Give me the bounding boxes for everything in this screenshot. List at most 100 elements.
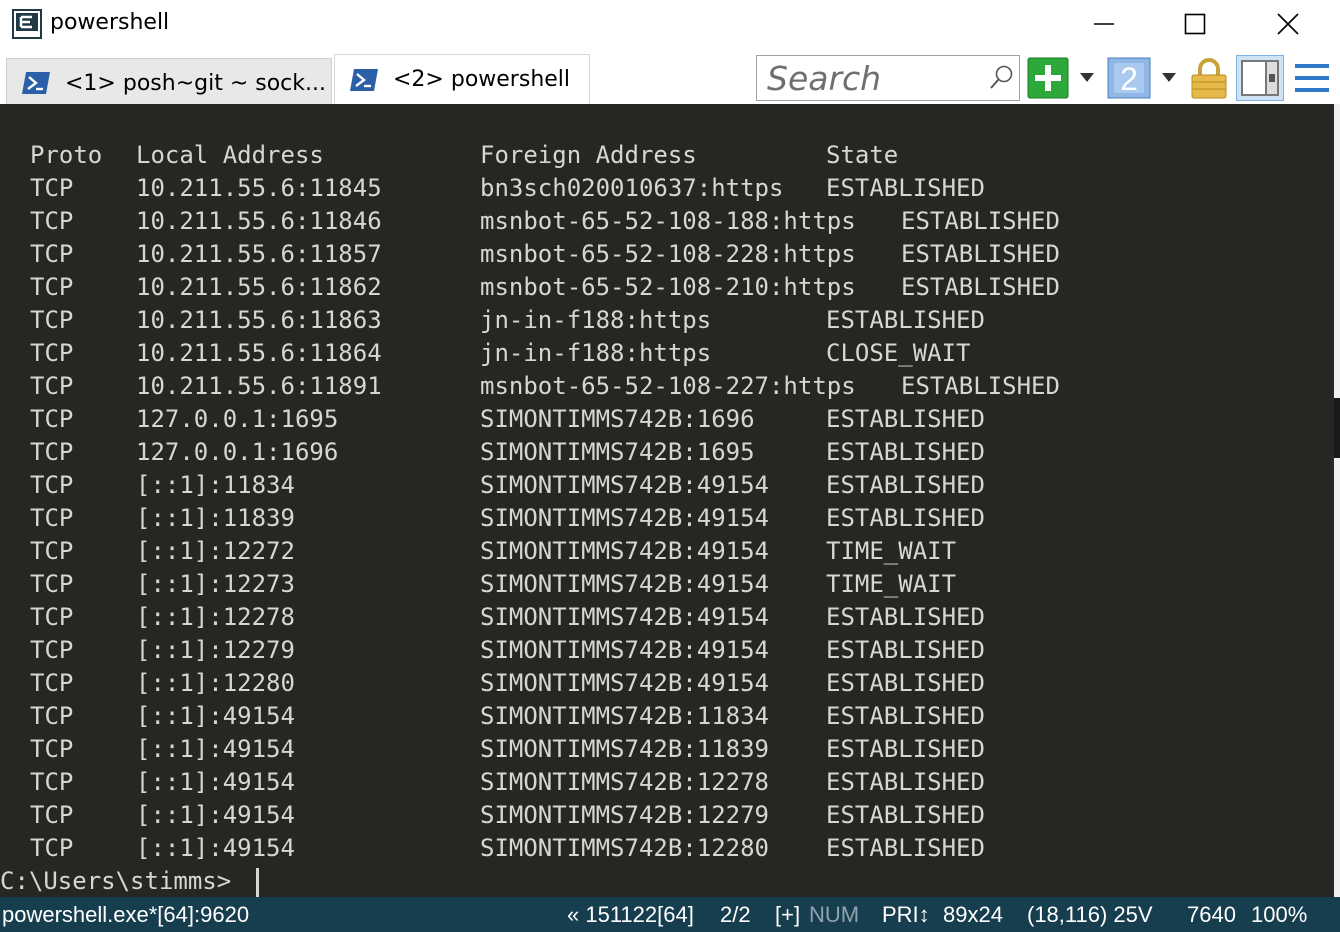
status-info[interactable]: « 151122[64]	[567, 902, 694, 928]
row-foreign: SIMONTIMMS742B:1696	[480, 403, 755, 436]
row-proto: TCP	[30, 436, 73, 469]
console-number-button[interactable]: 2	[1106, 55, 1152, 101]
row-foreign: SIMONTIMMS742B:12279	[480, 799, 769, 832]
row-local: [::1]:11834	[136, 469, 295, 502]
split-view-button[interactable]	[1236, 55, 1284, 101]
row-local: 10.211.55.6:11863	[136, 304, 382, 337]
row-foreign: SIMONTIMMS742B:49154	[480, 634, 769, 667]
hamburger-menu-icon	[1294, 62, 1330, 94]
row-foreign: SIMONTIMMS742B:49154	[480, 502, 769, 535]
minimize-icon	[1093, 13, 1115, 35]
new-console-button[interactable]	[1026, 55, 1070, 101]
status-pri[interactable]: PRI↕	[882, 902, 930, 928]
search-input[interactable]	[767, 60, 977, 96]
row-state: ESTABLISHED	[826, 601, 985, 634]
new-console-dropdown[interactable]	[1076, 55, 1098, 101]
row-state: CLOSE_WAIT	[826, 337, 971, 370]
command-prompt[interactable]: C:\Users\stimms>	[0, 865, 246, 897]
conemu-app-icon	[12, 9, 42, 39]
row-state: ESTABLISHED	[826, 634, 985, 667]
console-list-dropdown[interactable]	[1158, 55, 1180, 101]
row-local: 10.211.55.6:11891	[136, 370, 382, 403]
maximize-button[interactable]	[1165, 0, 1225, 48]
row-local: [::1]:12278	[136, 601, 295, 634]
row-state: ESTABLISHED	[826, 469, 985, 502]
lock-button[interactable]	[1188, 55, 1230, 101]
row-proto: TCP	[30, 271, 73, 304]
tab-1[interactable]: <1> posh~git ~ sock...	[6, 58, 332, 108]
row-state: ESTABLISHED	[901, 238, 1060, 271]
row-state: ESTABLISHED	[901, 271, 1060, 304]
row-local: 10.211.55.6:11864	[136, 337, 382, 370]
row-proto: TCP	[30, 733, 73, 766]
search-icon[interactable]	[989, 64, 1015, 92]
row-local: 127.0.0.1:1695	[136, 403, 338, 436]
row-proto: TCP	[30, 238, 73, 271]
row-proto: TCP	[30, 403, 73, 436]
text-cursor	[256, 868, 259, 897]
title-bar: powershell	[0, 0, 1340, 50]
maximize-icon	[1184, 13, 1206, 35]
row-foreign: SIMONTIMMS742B:49154	[480, 667, 769, 700]
status-zoom[interactable]: 100%	[1251, 902, 1307, 928]
status-bar: powershell.exe*[64]:9620 « 151122[64] 2/…	[0, 897, 1340, 932]
status-num[interactable]: NUM	[809, 902, 859, 928]
tab-2[interactable]: <2> powershell	[334, 54, 590, 104]
status-process[interactable]: powershell.exe*[64]:9620	[2, 902, 249, 928]
row-proto: TCP	[30, 172, 73, 205]
row-local: 10.211.55.6:11845	[136, 172, 382, 205]
row-proto: TCP	[30, 766, 73, 799]
row-local: 10.211.55.6:11862	[136, 271, 382, 304]
powershell-icon	[349, 68, 379, 92]
scrollbar-thumb[interactable]	[1334, 398, 1340, 458]
row-local: [::1]:11839	[136, 502, 295, 535]
scrollbar-track[interactable]	[1334, 104, 1340, 897]
row-proto: TCP	[30, 634, 73, 667]
row-proto: TCP	[30, 370, 73, 403]
row-state: ESTABLISHED	[826, 733, 985, 766]
row-proto: TCP	[30, 304, 73, 337]
status-size[interactable]: 89x24	[943, 902, 1003, 928]
row-state: ESTABLISHED	[826, 403, 985, 436]
console-output[interactable]: Proto Local Address Foreign Address Stat…	[0, 104, 1334, 897]
row-state: ESTABLISHED	[826, 832, 985, 865]
row-foreign: jn-in-f188:https	[480, 337, 711, 370]
row-foreign: jn-in-f188:https	[480, 304, 711, 337]
powershell-icon	[21, 71, 51, 95]
row-state: ESTABLISHED	[826, 799, 985, 832]
status-tabs[interactable]: 2/2	[720, 902, 751, 928]
plus-icon	[1027, 57, 1069, 99]
row-local: [::1]:12279	[136, 634, 295, 667]
row-proto: TCP	[30, 535, 73, 568]
search-box	[756, 55, 1020, 101]
chevron-down-icon	[1162, 73, 1176, 83]
close-button[interactable]	[1258, 0, 1318, 48]
status-pid[interactable]: 7640	[1187, 902, 1236, 928]
row-state: ESTABLISHED	[826, 502, 985, 535]
row-state: ESTABLISHED	[901, 205, 1060, 238]
row-proto: TCP	[30, 601, 73, 634]
row-local: [::1]:49154	[136, 799, 295, 832]
status-cursor[interactable]: (18,116) 25V	[1027, 902, 1153, 928]
row-local: [::1]:49154	[136, 733, 295, 766]
header-state: State	[826, 139, 898, 172]
row-foreign: msnbot-65-52-108-210:https	[480, 271, 856, 304]
split-view-icon	[1240, 59, 1280, 97]
menu-button[interactable]	[1290, 55, 1334, 101]
status-plus[interactable]: [+]	[775, 902, 800, 928]
row-state: ESTABLISHED	[826, 172, 985, 205]
row-proto: TCP	[30, 832, 73, 865]
minimize-button[interactable]	[1074, 0, 1134, 48]
row-local: [::1]:12273	[136, 568, 295, 601]
console-number: 2	[1120, 61, 1138, 97]
row-foreign: SIMONTIMMS742B:1695	[480, 436, 755, 469]
row-foreign: bn3sch020010637:https	[480, 172, 783, 205]
row-state: ESTABLISHED	[901, 370, 1060, 403]
row-foreign: SIMONTIMMS742B:49154	[480, 601, 769, 634]
row-proto: TCP	[30, 502, 73, 535]
row-proto: TCP	[30, 205, 73, 238]
row-foreign: SIMONTIMMS742B:49154	[480, 469, 769, 502]
close-icon	[1277, 13, 1299, 35]
row-state: ESTABLISHED	[826, 436, 985, 469]
row-local: [::1]:49154	[136, 832, 295, 865]
